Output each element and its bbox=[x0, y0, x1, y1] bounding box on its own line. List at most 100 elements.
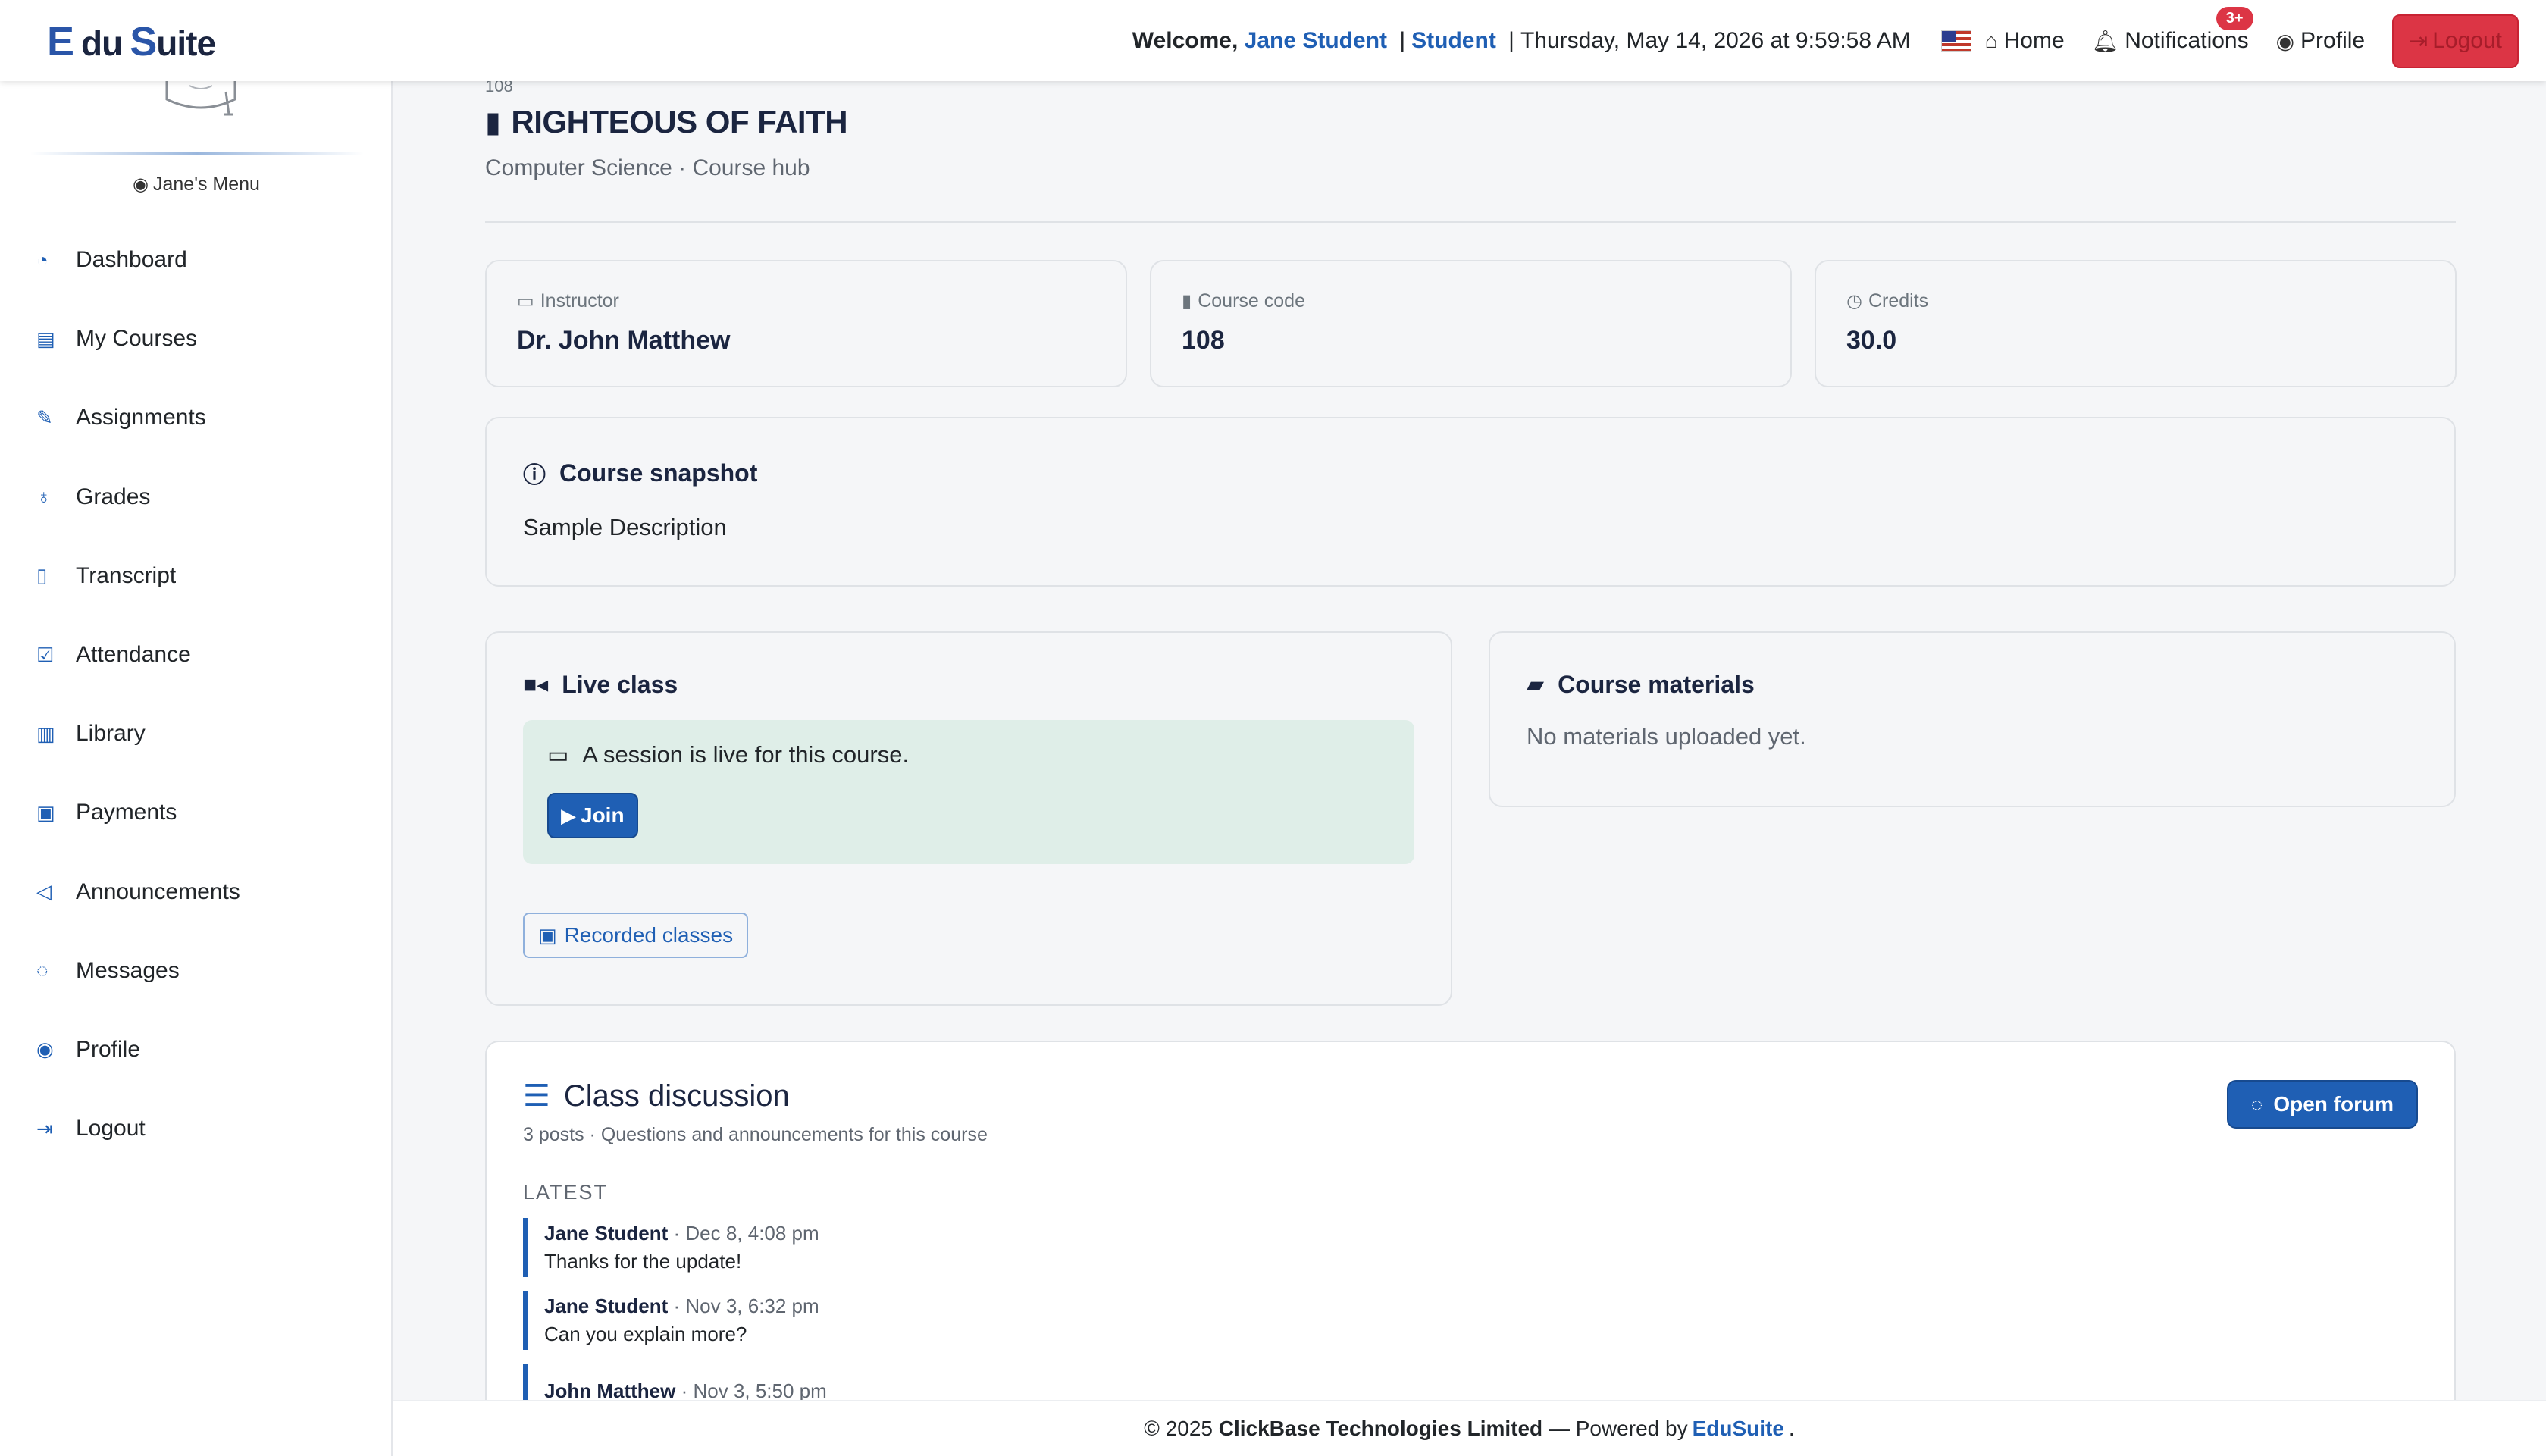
sidebar-item-library[interactable]: ▥ Library bbox=[0, 694, 393, 773]
brand-letter-s: S bbox=[130, 19, 157, 64]
sidebar-item-label: Messages bbox=[76, 957, 180, 983]
logout-button[interactable]: ⇥ Logout bbox=[2392, 14, 2519, 68]
sidebar-item-label: Assignments bbox=[76, 405, 206, 431]
recorded-classes-button[interactable]: ▣ Recorded classes bbox=[523, 913, 749, 958]
join-button[interactable]: ▶ Join bbox=[547, 793, 638, 838]
course-snapshot-title: Course snapshot bbox=[559, 459, 758, 487]
sidebar-item-dashboard[interactable]: ◔ Dashboard bbox=[0, 221, 393, 299]
nav-notifications-label: Notifications bbox=[2125, 28, 2249, 53]
separator: | bbox=[1508, 28, 1514, 53]
sidebar-item-grades[interactable]: ♁ Grades bbox=[0, 458, 393, 537]
megaphone-icon: ◁ bbox=[36, 880, 52, 903]
open-forum-button[interactable]: ◌ Open forum bbox=[2226, 1080, 2418, 1129]
post-meta: John Matthew · Nov 3, 5:50 pm bbox=[544, 1379, 2418, 1403]
separator: | bbox=[1399, 28, 1406, 53]
live-session-message: ▭ A session is live for this course. bbox=[547, 741, 1390, 769]
materials-empty-text: No materials uploaded yet. bbox=[1527, 723, 1806, 750]
chat-icon: ◌ bbox=[36, 959, 49, 982]
sidebar-item-payments[interactable]: ▣ Payments bbox=[0, 773, 393, 852]
post-time: · Dec 8, 4:08 pm bbox=[673, 1222, 819, 1245]
sidebar-item-profile[interactable]: ◉ Profile bbox=[0, 1010, 393, 1089]
discussion-post[interactable]: Jane Student · Nov 3, 6:32 pm Can you ex… bbox=[523, 1291, 2418, 1350]
current-datetime: Thursday, May 14, 2026 at 9:59:58 AM bbox=[1520, 28, 1911, 53]
live-session-text: A session is live for this course. bbox=[582, 741, 910, 768]
sidebar-item-label: Logout bbox=[76, 1116, 146, 1141]
join-button-label: Join bbox=[581, 803, 625, 827]
nav-notifications[interactable]: 🔔︎ Notifications 3+ bbox=[2092, 7, 2253, 54]
live-class-card: ■◂ Live class ▭ A session is live for th… bbox=[485, 631, 1452, 1006]
brand-letter-e: E bbox=[47, 19, 74, 64]
footer-company: ClickBase Technologies Limited bbox=[1218, 1417, 1543, 1440]
logout-icon: ⇥ bbox=[36, 1116, 53, 1140]
discussion-heading: ☰ Class discussion bbox=[523, 1079, 2418, 1113]
main-content: 108 ▮ RIGHTEOUS OF FAITH Computer Scienc… bbox=[393, 77, 2546, 1456]
credits-label: ◷ Credits bbox=[1846, 290, 2425, 312]
sidebar-item-messages[interactable]: ◌ Messages bbox=[0, 932, 393, 1010]
welcome-role[interactable]: Student bbox=[1411, 28, 1496, 53]
post-author: Jane Student bbox=[544, 1222, 669, 1245]
welcome-user-name[interactable]: Jane Student bbox=[1245, 28, 1387, 53]
sidebar: ◉ Jane's Menu ◔ Dashboard ▤ My Courses ✎ Ass… bbox=[0, 81, 393, 1456]
logout-button-label: Logout bbox=[2432, 28, 2502, 53]
page-title: ▮ RIGHTEOUS OF FAITH bbox=[485, 104, 848, 140]
footer-copyright: © 2025 bbox=[1144, 1417, 1213, 1440]
course-code-label: ▮ Course code bbox=[1182, 290, 1760, 312]
calendar-check-icon: ☑ bbox=[36, 643, 55, 666]
class-discussion-card: ☰ Class discussion 3 posts · Questions a… bbox=[485, 1041, 2456, 1456]
sidebar-item-announcements[interactable]: ◁ Announcements bbox=[0, 853, 393, 932]
discussion-title: Class discussion bbox=[563, 1079, 790, 1113]
top-navbar: E du S uite Welcome, Jane Student | Stude… bbox=[0, 0, 2546, 81]
course-description: Sample Description bbox=[523, 514, 727, 540]
discussion-post[interactable]: Jane Student · Dec 8, 4:08 pm Thanks for… bbox=[523, 1218, 2418, 1277]
course-snapshot-heading: ⓘ Course snapshot bbox=[523, 456, 2418, 490]
sidebar-item-label: Library bbox=[76, 721, 146, 747]
us-flag-icon[interactable] bbox=[1940, 30, 1971, 52]
brand-logo[interactable]: E du S uite bbox=[47, 18, 216, 64]
post-message: Can you explain more? bbox=[544, 1323, 747, 1345]
sidebar-item-logout[interactable]: ⇥ Logout bbox=[0, 1089, 393, 1168]
chat-lines-icon: ☰ bbox=[523, 1079, 550, 1113]
open-book-icon: ▥ bbox=[36, 722, 55, 745]
person-circle-icon: ◉ bbox=[36, 1038, 54, 1061]
sidebar-item-label: My Courses bbox=[76, 326, 198, 352]
sidebar-item-label: Transcript bbox=[76, 562, 177, 588]
course-code-card: ▮ Course code 108 bbox=[1150, 260, 1792, 387]
footer-product-link[interactable]: EduSuite bbox=[1693, 1417, 1784, 1441]
course-materials-heading: ▰ Course materials bbox=[1527, 671, 2418, 699]
top-navigation: Welcome, Jane Student | Student | Thursday… bbox=[1132, 7, 2519, 68]
post-meta: Jane Student · Dec 8, 4:08 pm bbox=[544, 1222, 2418, 1245]
nav-profile[interactable]: ◉ Profile bbox=[2276, 28, 2365, 54]
sidebar-item-transcript[interactable]: ▯ Transcript bbox=[0, 537, 393, 615]
sidebar-item-label: Announcements bbox=[76, 878, 240, 904]
sidebar-item-assignments[interactable]: ✎ Assignments bbox=[0, 378, 393, 457]
sidebar-item-attendance[interactable]: ☑ Attendance bbox=[0, 615, 393, 694]
instructor-value: Dr. John Matthew bbox=[517, 326, 731, 355]
info-icon: ⓘ bbox=[523, 463, 546, 488]
course-snapshot-card: ⓘ Course snapshot Sample Description bbox=[485, 417, 2456, 587]
sidebar-item-label: Attendance bbox=[76, 642, 191, 668]
book-icon: ▮ bbox=[485, 106, 501, 139]
post-author: John Matthew bbox=[544, 1379, 676, 1402]
course-subtitle: Computer Science · Course hub bbox=[485, 155, 810, 180]
chat-icon: ◌ bbox=[2250, 1092, 2263, 1116]
sidebar-item-my-courses[interactable]: ▤ My Courses bbox=[0, 299, 393, 378]
course-code-value: 108 bbox=[1182, 326, 1225, 355]
post-message: Thanks for the update! bbox=[544, 1250, 742, 1273]
course-materials-title: Course materials bbox=[1558, 671, 1755, 698]
nav-profile-label: Profile bbox=[2300, 28, 2366, 53]
book-icon: ▤ bbox=[36, 327, 55, 350]
post-time: · Nov 3, 5:50 pm bbox=[681, 1379, 827, 1402]
post-time: · Nov 3, 6:32 pm bbox=[673, 1295, 819, 1317]
sidebar-item-label: Profile bbox=[76, 1036, 141, 1062]
live-session-alert: ▭ A session is live for this course. ▶ J… bbox=[523, 720, 1414, 864]
nav-home-label: Home bbox=[2003, 28, 2065, 53]
edit-icon: ✎ bbox=[36, 405, 53, 429]
nav-home[interactable]: ⌂ Home bbox=[1985, 28, 2065, 54]
footer-end: . bbox=[1788, 1417, 1795, 1440]
sidebar-item-label: Payments bbox=[76, 800, 177, 825]
course-materials-card: ▰ Course materials No materials uploaded… bbox=[1489, 631, 2456, 807]
sidebar-item-label: Dashboard bbox=[76, 247, 187, 273]
clock-icon: ◷ bbox=[1846, 291, 1862, 312]
course-title: RIGHTEOUS OF FAITH bbox=[511, 104, 848, 139]
post-meta: Jane Student · Nov 3, 6:32 pm bbox=[544, 1295, 2418, 1318]
